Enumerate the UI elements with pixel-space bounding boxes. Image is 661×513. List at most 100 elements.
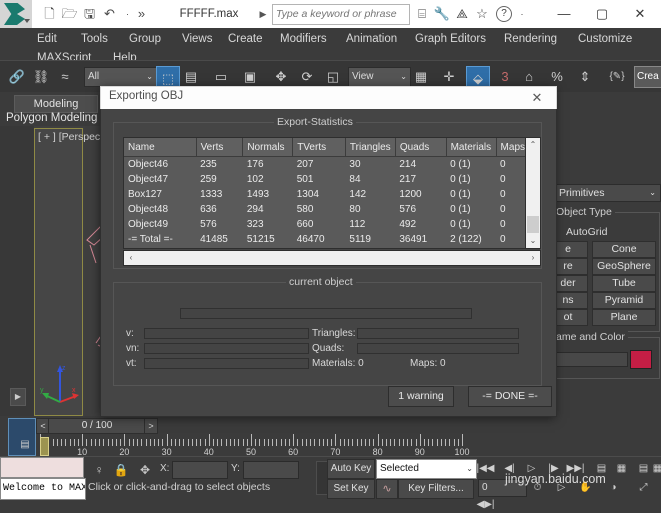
binoculars-icon[interactable]: ⌸ xyxy=(412,4,432,24)
vt-progress-bar xyxy=(144,358,309,369)
column-header-tverts[interactable]: TVerts xyxy=(292,138,346,157)
object-name-input[interactable] xyxy=(551,352,628,367)
object-button-plane[interactable]: Plane xyxy=(592,309,656,326)
search-input[interactable] xyxy=(273,5,407,22)
compass-icon[interactable]: ⟁ xyxy=(452,4,472,24)
frame-counter-field[interactable]: 0 / 100 xyxy=(48,418,146,434)
object-button-cone[interactable]: Cone xyxy=(592,241,656,258)
next-frame-button[interactable]: > xyxy=(144,418,158,434)
new-file-icon[interactable]: 🗋 xyxy=(40,4,59,24)
key-filters-button[interactable]: Key Filters... xyxy=(398,479,474,499)
scroll-right-icon[interactable]: › xyxy=(526,251,540,265)
menu-item-customize[interactable]: Customize xyxy=(573,29,637,49)
render-setup-icon[interactable]: ▦ xyxy=(612,460,631,477)
table-row[interactable]: Object49 576 323 660 112 492 0 (1) 0 xyxy=(124,217,525,232)
spinner-snap-icon[interactable]: ⇕ xyxy=(574,65,596,89)
ribbon-panel-polygon-modeling[interactable]: Polygon Modeling xyxy=(6,112,97,124)
column-header-name[interactable]: Name xyxy=(124,138,197,157)
wrench-icon[interactable]: 🔧 xyxy=(432,4,452,24)
object-button-geosphere[interactable]: GeoSphere xyxy=(592,258,656,275)
go-to-start-icon[interactable]: |◀◀ xyxy=(476,460,495,477)
set-key-button[interactable]: Set Key xyxy=(327,479,375,499)
object-color-swatch[interactable] xyxy=(630,350,652,369)
maxscript-mini-listener-output[interactable] xyxy=(0,457,84,478)
menu-item-graph-editors[interactable]: Graph Editors xyxy=(410,29,491,49)
object-button-pyramid[interactable]: Pyramid xyxy=(592,292,656,309)
maximize-viewport-toggle-icon[interactable]: ⤢ xyxy=(634,479,653,496)
subcategory-dropdown[interactable]: Primitives ⌄ xyxy=(554,184,661,202)
time-ruler[interactable]: 10 20 30 40 50 60 70 80 90 100 xyxy=(36,434,470,457)
column-header-verts[interactable]: Verts xyxy=(196,138,244,157)
maximize-button[interactable]: ▢ xyxy=(583,0,621,28)
named-selection-sets-icon[interactable]: {✎} xyxy=(606,65,628,89)
chevron-down-icon[interactable] xyxy=(24,19,30,23)
menu-item-views[interactable]: Views xyxy=(177,29,217,49)
coord-x-field[interactable] xyxy=(172,461,228,479)
viewport-expand-arrow-icon[interactable]: ▶ xyxy=(10,388,26,406)
column-header-materials[interactable]: Materials xyxy=(446,138,497,157)
track-bar-configure-icon[interactable]: ▤ xyxy=(17,437,33,453)
auto-key-button[interactable]: Auto Key xyxy=(327,459,375,479)
table-row[interactable]: Object48 636 294 580 80 576 0 (1) 0 xyxy=(124,202,525,217)
isolate-selection-icon[interactable]: ♀ xyxy=(90,461,108,479)
ruler-tick xyxy=(335,434,337,446)
search-box[interactable] xyxy=(272,4,410,25)
vertical-scroll-thumb[interactable] xyxy=(527,216,539,233)
table-row[interactable]: Object46 235 176 207 30 214 0 (1) 0 xyxy=(124,156,525,172)
scroll-down-icon[interactable]: ⌄ xyxy=(526,234,540,248)
close-button[interactable]: ✕ xyxy=(621,0,659,28)
select-link-icon[interactable]: 🔗 xyxy=(6,65,28,89)
search-expand-icon[interactable]: ▶ xyxy=(254,4,272,24)
timeline-playhead[interactable] xyxy=(40,437,49,456)
table-row[interactable]: Object47 259 102 501 84 217 0 (1) 0 xyxy=(124,172,525,187)
menu-item-tools[interactable]: Tools xyxy=(76,29,113,49)
ribbon-create-tab[interactable]: Crea xyxy=(634,66,661,88)
scroll-up-icon[interactable]: ⌃ xyxy=(526,138,540,152)
scroll-left-icon[interactable]: ‹ xyxy=(124,251,138,265)
table-vertical-scrollbar[interactable]: ⌃ ⌄ xyxy=(525,137,541,249)
ribbon-tab-modeling[interactable]: Modeling xyxy=(14,95,98,113)
selection-set-dropdown[interactable]: Selected ⌄ xyxy=(376,459,477,479)
warning-button[interactable]: 1 warning xyxy=(388,386,454,407)
favorites-star-icon[interactable]: ☆ xyxy=(472,4,492,24)
table-row[interactable]: Box127 1333 1493 1304 142 1200 0 (1) 0 xyxy=(124,187,525,202)
undo-icon[interactable]: ↶ xyxy=(100,4,119,24)
menu-item-edit[interactable]: Edit xyxy=(32,29,62,49)
coord-y-field[interactable] xyxy=(243,461,299,479)
table-row-total[interactable]: -= Total =- 41485 51215 46470 5119 36491… xyxy=(124,232,525,247)
bind-to-space-warp-icon[interactable]: ≈ xyxy=(54,65,76,89)
quick-access-more-icon[interactable]: » xyxy=(132,4,151,24)
menu-item-group[interactable]: Group xyxy=(124,29,166,49)
selection-lock-icon[interactable]: 🔒 xyxy=(112,461,130,479)
menu-item-modifiers[interactable]: Modifiers xyxy=(275,29,332,49)
app-logo-button[interactable] xyxy=(0,0,32,28)
menu-item-animation[interactable]: Animation xyxy=(341,29,402,49)
done-button[interactable]: -= DONE =- xyxy=(468,386,552,407)
selection-filter-dropdown[interactable]: All ⌄ xyxy=(84,67,157,87)
column-header-triangles[interactable]: Triangles xyxy=(345,138,396,157)
menu-item-create[interactable]: Create xyxy=(223,29,268,49)
autogrid-checkbox-label[interactable]: AutoGrid xyxy=(566,226,607,238)
column-header-normals[interactable]: Normals xyxy=(242,138,294,157)
curve-editor-icon[interactable]: ∿ xyxy=(376,479,398,499)
help-icon[interactable]: ? xyxy=(496,6,512,22)
object-button-tube[interactable]: Tube xyxy=(592,275,656,292)
column-header-quads[interactable]: Quads xyxy=(395,138,447,157)
minimize-button[interactable]: — xyxy=(545,0,583,28)
unlink-selection-icon[interactable]: ⛓ xyxy=(30,65,52,89)
cell-materials: 0 (1) xyxy=(446,187,497,202)
dialog-close-button[interactable]: ✕ xyxy=(525,89,549,106)
column-header-maps[interactable]: Maps xyxy=(496,138,525,157)
save-file-icon[interactable]: 🖫 xyxy=(80,4,99,24)
absolute-relative-transform-icon[interactable]: ✥ xyxy=(136,461,154,479)
ruler-tick xyxy=(111,439,113,446)
reference-coordinate-system-dropdown[interactable]: View ⌄ xyxy=(348,67,411,87)
open-file-icon[interactable]: 🗁 xyxy=(60,4,79,24)
maxscript-mini-listener-input[interactable]: Welcome to MAX xyxy=(0,478,86,500)
render-production-icon[interactable]: ▦ xyxy=(648,460,661,477)
help-dropdown-icon[interactable]: · xyxy=(512,4,532,24)
statistics-table-wrapper[interactable]: Name Verts Normals TVerts Triangles Quad… xyxy=(123,137,526,249)
table-horizontal-scrollbar[interactable]: ‹ › xyxy=(123,250,541,266)
orbit-icon[interactable]: ◑ xyxy=(604,479,623,496)
menu-item-rendering[interactable]: Rendering xyxy=(499,29,562,49)
